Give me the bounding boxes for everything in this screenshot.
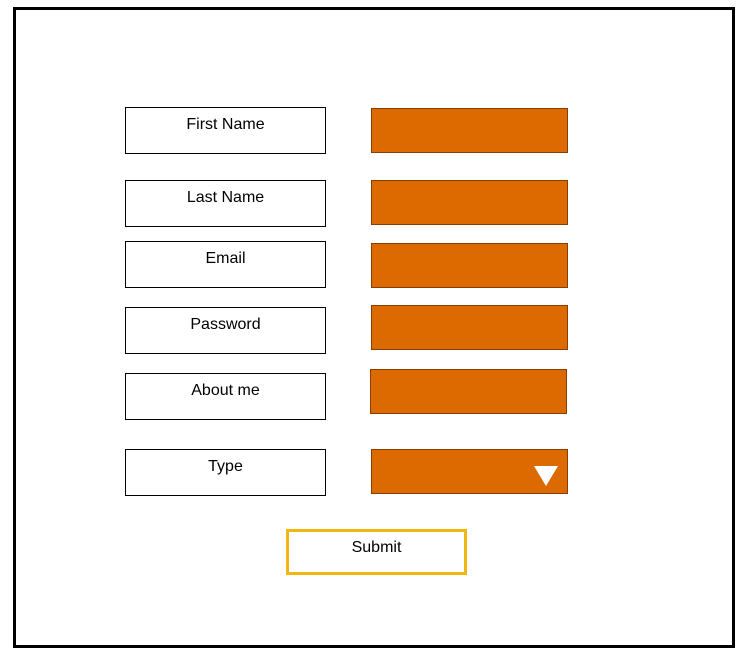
first-name-label-text: First Name (186, 116, 265, 133)
first-name-input[interactable] (371, 108, 568, 153)
password-input[interactable] (371, 305, 568, 350)
submit-button-label: Submit (351, 539, 402, 556)
last-name-label-text: Last Name (186, 189, 265, 206)
about-me-label-text: About me (191, 382, 260, 399)
password-label: Password (125, 307, 326, 354)
type-label: Type (125, 449, 326, 496)
about-me-label: About me (125, 373, 326, 420)
triangle-down-icon[interactable] (534, 466, 558, 486)
email-label-text: Email (205, 250, 246, 267)
last-name-input[interactable] (371, 180, 568, 225)
email-label: Email (125, 241, 326, 288)
email-input[interactable] (371, 243, 568, 288)
about-me-input[interactable] (370, 369, 567, 414)
last-name-label: Last Name (125, 180, 326, 227)
type-dropdown[interactable] (371, 449, 568, 494)
password-label-text: Password (190, 316, 261, 333)
submit-button[interactable]: Submit (286, 529, 467, 575)
first-name-label: First Name (125, 107, 326, 154)
type-label-text: Type (208, 458, 243, 475)
